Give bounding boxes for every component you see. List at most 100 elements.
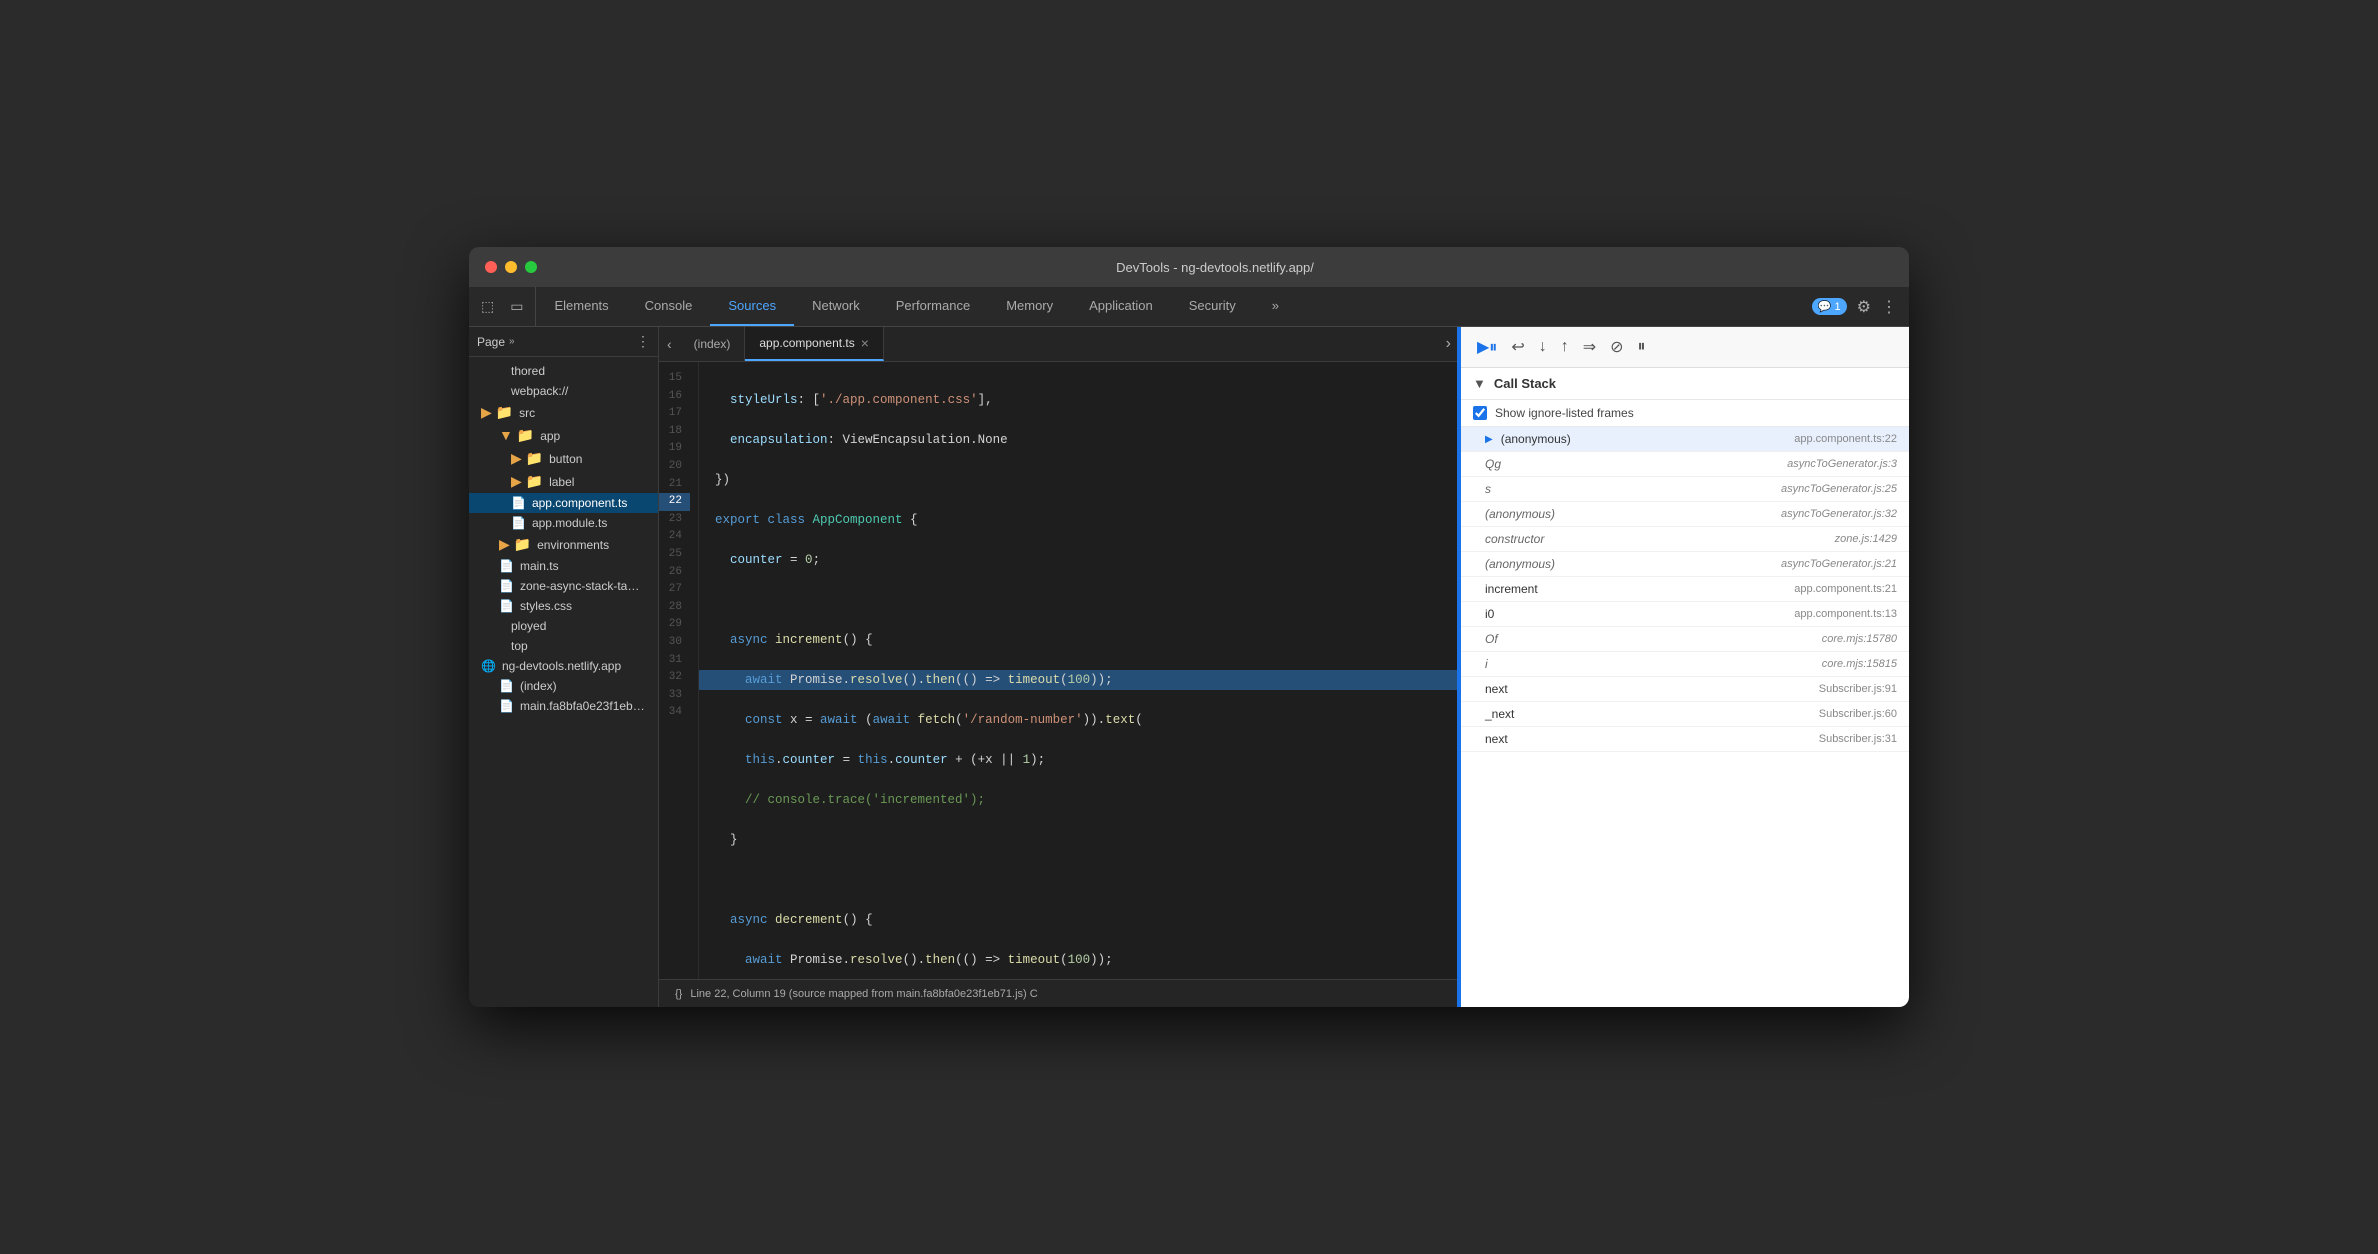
console-badge[interactable]: 💬 1: [1812, 298, 1847, 315]
show-ignore-checkbox[interactable]: [1473, 406, 1487, 420]
folder-icon: ▶ 📁: [511, 450, 543, 467]
sidebar-item-app-module-ts[interactable]: 📄 app.module.ts: [469, 513, 658, 533]
tab-label: (index): [694, 337, 731, 351]
line-num-31: 31: [659, 652, 690, 670]
pause-exceptions-button[interactable]: ⏸: [1634, 334, 1650, 360]
stack-frame-4[interactable]: constructor zone.js:1429: [1461, 527, 1909, 552]
more-options-icon[interactable]: ⋮: [1881, 297, 1897, 317]
tab-console[interactable]: Console: [627, 287, 711, 326]
stack-frame-2[interactable]: s asyncToGenerator.js:25: [1461, 477, 1909, 502]
frame-name-1: Qg: [1485, 457, 1787, 471]
sources-sidebar: Page » ⋮ thored webpack:// ▶ 📁 src: [469, 327, 659, 1007]
sidebar-item-styles-css[interactable]: 📄 styles.css: [469, 596, 658, 616]
status-text: Line 22, Column 19 (source mapped from m…: [690, 988, 1037, 1000]
nav-back-icon[interactable]: ‹: [659, 336, 680, 352]
tab-performance[interactable]: Performance: [878, 287, 988, 326]
code-line-24: this.counter = this.counter + (+x || 1);: [715, 750, 1459, 770]
frame-loc-2: asyncToGenerator.js:25: [1781, 483, 1897, 495]
tab-close-icon[interactable]: ×: [861, 335, 869, 351]
cursor-icon[interactable]: ⬚: [477, 294, 498, 319]
editor-area: ‹ (index) app.component.ts × › 15 16 17 …: [659, 327, 1459, 1007]
line-num-16: 16: [659, 388, 690, 406]
sidebar-item-main-bundle[interactable]: 📄 main.fa8bfa0e23f1eb…: [469, 696, 658, 716]
sidebar-item-src[interactable]: ▶ 📁 src: [469, 401, 658, 424]
sidebar-item-zone[interactable]: 📄 zone-async-stack-ta…: [469, 576, 658, 596]
tab-sources[interactable]: Sources: [710, 287, 794, 326]
maximize-button[interactable]: [525, 261, 537, 273]
sidebar-item-thored[interactable]: thored: [469, 361, 658, 381]
minimize-button[interactable]: [505, 261, 517, 273]
call-stack-header[interactable]: ▼ Call Stack: [1461, 368, 1909, 400]
call-stack-label: Call Stack: [1494, 376, 1556, 391]
file-icon: 📄: [499, 599, 514, 613]
tab-network[interactable]: Network: [794, 287, 878, 326]
resume-button[interactable]: ▶⏸: [1473, 333, 1501, 361]
stack-frame-7[interactable]: i0 app.component.ts:13: [1461, 602, 1909, 627]
active-frame-arrow-icon: ▶: [1485, 434, 1493, 445]
frame-loc-8: core.mjs:15780: [1822, 633, 1897, 645]
sidebar-item-app-component-ts[interactable]: 📄 app.component.ts: [469, 493, 658, 513]
traffic-lights: [485, 261, 537, 273]
editor-tab-index[interactable]: (index): [680, 327, 746, 361]
sidebar-item-label[interactable]: ▶ 📁 label: [469, 470, 658, 493]
stack-frame-5[interactable]: (anonymous) asyncToGenerator.js:21: [1461, 552, 1909, 577]
line-num-29: 29: [659, 616, 690, 634]
devtools-window: DevTools - ng-devtools.netlify.app/ ⬚ ▭ …: [469, 247, 1909, 1007]
tab-bar-left-controls: ⬚ ▭: [469, 287, 536, 326]
step-into-button[interactable]: ↓: [1535, 334, 1551, 360]
sidebar-chevron-icon[interactable]: »: [509, 336, 515, 347]
item-label: main.fa8bfa0e23f1eb…: [520, 699, 645, 713]
tab-more[interactable]: »: [1254, 287, 1297, 326]
close-button[interactable]: [485, 261, 497, 273]
show-ignore-label: Show ignore-listed frames: [1495, 406, 1634, 420]
sidebar-item-button[interactable]: ▶ 📁 button: [469, 447, 658, 470]
stack-frame-6[interactable]: increment app.component.ts:21: [1461, 577, 1909, 602]
sidebar-item-app[interactable]: ▼ 📁 app: [469, 424, 658, 447]
tab-elements[interactable]: Elements: [536, 287, 626, 326]
sidebar-item-environments[interactable]: ▶ 📁 environments: [469, 533, 658, 556]
stack-frame-0[interactable]: ▶ (anonymous) app.component.ts:22: [1461, 427, 1909, 452]
sidebar-item-top[interactable]: top: [469, 636, 658, 656]
step-out-button[interactable]: ↑: [1557, 334, 1573, 360]
file-icon: 📄: [499, 579, 514, 593]
stack-frame-11[interactable]: _next Subscriber.js:60: [1461, 702, 1909, 727]
title-bar: DevTools - ng-devtools.netlify.app/: [469, 247, 1909, 287]
settings-icon[interactable]: ⚙: [1857, 297, 1871, 317]
stack-frame-9[interactable]: i core.mjs:15815: [1461, 652, 1909, 677]
tab-memory[interactable]: Memory: [988, 287, 1071, 326]
sidebar-header: Page » ⋮: [469, 327, 658, 357]
step-button[interactable]: ⇒: [1579, 333, 1600, 361]
status-bar: {} Line 22, Column 19 (source mapped fro…: [659, 979, 1459, 1007]
frame-name-5: (anonymous): [1485, 557, 1781, 571]
line-num-32: 32: [659, 669, 690, 687]
sidebar-item-main-ts[interactable]: 📄 main.ts: [469, 556, 658, 576]
frame-loc-11: Subscriber.js:60: [1819, 708, 1897, 720]
item-label: webpack://: [511, 384, 568, 398]
debugger-panel: ▶⏸ ↩ ↓ ↑ ⇒ ⊘ ⏸ ▼ Call Stack Show ignore-…: [1459, 327, 1909, 1007]
line-num-34: 34: [659, 704, 690, 722]
stack-frame-3[interactable]: (anonymous) asyncToGenerator.js:32: [1461, 502, 1909, 527]
step-over-button[interactable]: ↩: [1507, 333, 1528, 361]
sidebar-item-index[interactable]: 📄 (index): [469, 676, 658, 696]
frame-name-4: constructor: [1485, 532, 1835, 546]
deactivate-button[interactable]: ⊘: [1606, 333, 1627, 361]
stack-frame-12[interactable]: next Subscriber.js:31: [1461, 727, 1909, 752]
stack-frame-10[interactable]: next Subscriber.js:91: [1461, 677, 1909, 702]
editor-tab-app-component[interactable]: app.component.ts ×: [745, 327, 884, 361]
sidebar-item-ng-devtools[interactable]: 🌐 ng-devtools.netlify.app: [469, 656, 658, 676]
device-icon[interactable]: ▭: [506, 294, 527, 319]
editor-nav-right-icon[interactable]: ›: [1438, 335, 1459, 353]
tab-bar-right-controls: 💬 1 ⚙ ⋮: [1800, 287, 1909, 326]
sidebar-item-webpack[interactable]: webpack://: [469, 381, 658, 401]
code-editor[interactable]: 15 16 17 18 19 20 21 22 23 24 25 26 27 2…: [659, 362, 1459, 979]
sidebar-more-icon[interactable]: ⋮: [636, 333, 650, 350]
chat-icon: 💬: [1818, 300, 1832, 313]
code-line-25: // console.trace('incremented');: [715, 790, 1459, 810]
tab-application[interactable]: Application: [1071, 287, 1171, 326]
frame-name-8: Of: [1485, 632, 1822, 646]
stack-frame-1[interactable]: Qg asyncToGenerator.js:3: [1461, 452, 1909, 477]
sidebar-item-ployed[interactable]: ployed: [469, 616, 658, 636]
tab-security[interactable]: Security: [1171, 287, 1254, 326]
stack-frame-8[interactable]: Of core.mjs:15780: [1461, 627, 1909, 652]
file-icon: 📄: [511, 516, 526, 530]
